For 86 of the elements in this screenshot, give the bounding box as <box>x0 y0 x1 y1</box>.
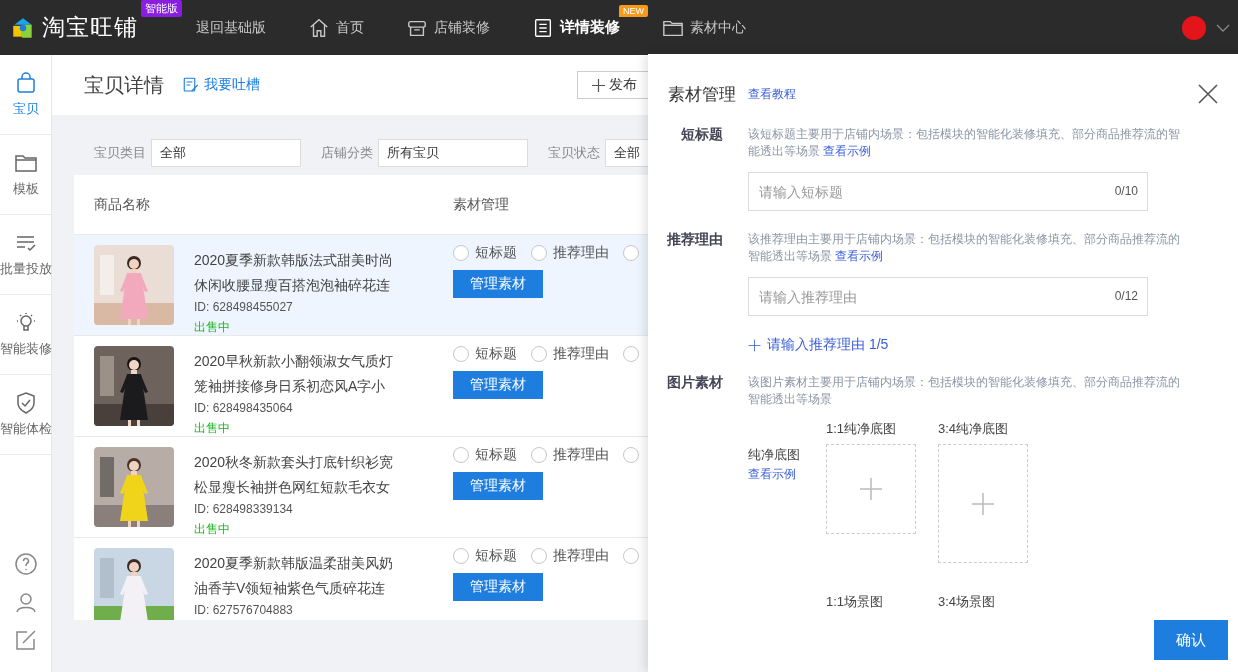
nav-tab[interactable]: 首页 <box>308 16 364 39</box>
edit-icon <box>13 628 38 652</box>
char-counter: 0/10 <box>1114 184 1138 198</box>
sidebar-item[interactable]: 批量投放 <box>0 215 52 295</box>
section-label: 短标题 <box>680 126 723 144</box>
nav-tab[interactable]: 店铺装修 <box>406 16 490 39</box>
plus-icon <box>859 477 883 501</box>
radio-option[interactable]: 推荐理由 <box>531 345 609 363</box>
feedback-link[interactable]: 我要吐槽 <box>182 76 260 94</box>
radio-option[interactable]: 短标题 <box>453 547 517 565</box>
filter-label: 宝贝状态 <box>548 144 600 162</box>
nav-tab[interactable]: 详情装修 <box>532 16 620 39</box>
radio-option[interactable]: 推荐理由 <box>531 244 609 262</box>
product-id: ID: 627576704883 <box>194 603 294 617</box>
help-icon <box>13 552 38 576</box>
description-text: 该图片素材主要用于店铺内场景：包括模块的智能化装修填充、部分商品推荐流的智能透出等场景 <box>748 375 1181 407</box>
publish-button[interactable]: 发布 <box>577 71 648 99</box>
status-text: 出售中 <box>194 521 231 538</box>
char-counter: 0/12 <box>1114 289 1138 303</box>
description-text: 该推荐理由主要用于店铺内场景：包括模块的智能化装修填充、部分商品推荐流的智能透出等场景 查看示例 <box>748 232 1181 264</box>
example-link[interactable]: 查看示例 <box>748 466 826 483</box>
sidebar-item[interactable]: 智能装修 <box>0 295 52 375</box>
slot-label: 1:1纯净底图 <box>826 420 897 438</box>
manage-button[interactable]: 管理素材 <box>453 573 543 601</box>
page-title: 宝贝详情 <box>84 72 164 98</box>
sidebar-item[interactable]: 模板 <box>0 135 52 215</box>
drawer-title: 素材管理 <box>668 83 736 106</box>
radio-button[interactable] <box>623 346 639 362</box>
sidebar-item[interactable]: 宝贝 <box>0 55 52 135</box>
chevron-down-icon <box>1216 23 1230 32</box>
plus-icon <box>592 78 605 92</box>
status-text: 出售中 <box>194 319 231 336</box>
sidebar-item[interactable]: 智能体检 <box>0 375 52 455</box>
radio-button[interactable] <box>623 245 639 261</box>
description-text: 该短标题主要用于店铺内场景：包括模块的智能化装修填充、部分商品推荐流的智能透出等场景 查看示例 <box>748 127 1181 159</box>
logo-text: 淘宝旺铺 <box>42 13 138 42</box>
manage-button[interactable]: 管理素材 <box>453 270 543 298</box>
home-icon <box>308 16 330 39</box>
slot-label: 3:4场景图 <box>938 593 996 611</box>
manage-button[interactable]: 管理素材 <box>453 371 543 399</box>
new-badge: NEW <box>619 4 648 17</box>
column-header: 商品名称 <box>94 195 150 212</box>
filter-select[interactable]: 全部 <box>151 139 301 167</box>
section-label: 图片素材 <box>666 374 723 392</box>
add-reason-link[interactable]: 请输入推荐理由 1/5 <box>748 336 889 354</box>
user-icon <box>13 590 38 614</box>
product-title: 2020早秋新款小翻领淑女气质灯笼袖拼接修身日系初恋风A字小 <box>194 352 395 396</box>
filter-label: 店铺分类 <box>321 144 373 162</box>
nav-tab[interactable]: 退回基础版 <box>196 18 266 37</box>
radio-option[interactable]: 短标题 <box>453 244 517 262</box>
upload-box[interactable] <box>826 444 916 534</box>
filter-label: 宝贝类目 <box>94 144 146 162</box>
filter-select[interactable]: 所有宝贝 <box>378 139 528 167</box>
product-title: 2020秋冬新款套头打底针织衫宽松显瘦长袖拼色网红短款毛衣女 <box>194 453 395 497</box>
example-link[interactable]: 查看示例 <box>823 145 872 157</box>
note-pen-icon <box>182 76 200 94</box>
tutorial-link[interactable]: 查看教程 <box>748 85 796 103</box>
slot-label: 3:4纯净底图 <box>938 420 1009 438</box>
confirm-button[interactable]: 确认 <box>1154 620 1228 660</box>
radio-option[interactable]: 推荐理由 <box>531 446 609 464</box>
nav-tab[interactable]: 素材中心 <box>662 16 746 39</box>
close-icon[interactable] <box>1198 84 1218 104</box>
radio-button[interactable] <box>623 548 639 564</box>
radio-option[interactable]: 推荐理由 <box>531 547 609 565</box>
example-link[interactable]: 查看示例 <box>835 250 884 262</box>
upload-box[interactable] <box>938 444 1028 563</box>
slot-label: 1:1场景图 <box>826 593 884 611</box>
product-title: 2020夏季新款韩版温柔甜美风奶油香芋V领短袖紫色气质碎花连 <box>194 554 395 598</box>
plus-icon <box>748 338 761 352</box>
section-label: 推荐理由 <box>666 231 723 249</box>
manage-button[interactable]: 管理素材 <box>453 472 543 500</box>
radio-button[interactable] <box>623 447 639 463</box>
product-id: ID: 628498435064 <box>194 401 294 415</box>
filter-select[interactable]: 全部 <box>605 139 648 167</box>
edition-badge: 智能版 <box>141 0 182 17</box>
radio-option[interactable]: 短标题 <box>453 345 517 363</box>
product-id: ID: 628498339134 <box>194 502 294 516</box>
product-title: 2020夏季新款韩版法式甜美时尚休闲收腰显瘦百搭泡泡袖碎花连 <box>194 251 395 295</box>
product-id: ID: 628498455027 <box>194 300 294 314</box>
radio-option[interactable]: 短标题 <box>453 446 517 464</box>
column-header: 素材管理 <box>453 195 509 214</box>
group-label: 纯净底图 <box>748 446 801 464</box>
avatar[interactable] <box>1182 15 1206 40</box>
list-icon <box>532 16 554 39</box>
plus-icon <box>971 491 995 516</box>
status-text: 出售中 <box>194 420 231 437</box>
